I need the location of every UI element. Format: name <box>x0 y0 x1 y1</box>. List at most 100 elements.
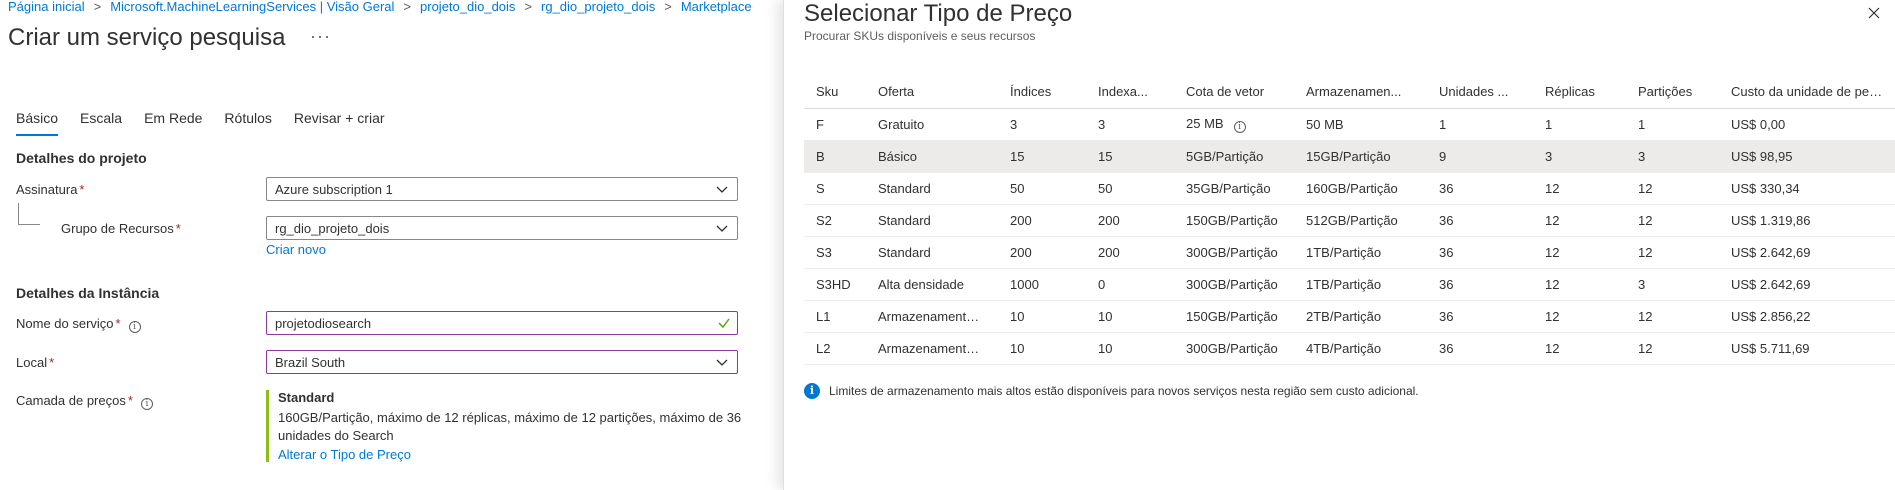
column-header-indexers[interactable]: Indexa... <box>1086 76 1174 109</box>
create-search-service-page: Página inicial > Microsoft.MachineLearning… <box>0 0 785 490</box>
cell-text: Armazenamento ... <box>878 340 988 356</box>
table-cell: Alta densidade <box>866 268 998 301</box>
cell-text: F <box>816 116 824 132</box>
tab-basic[interactable]: Básico <box>16 110 59 136</box>
instance-details-heading: Detalhes da Instância <box>16 285 160 301</box>
subscription-value: Azure subscription 1 <box>275 182 393 197</box>
table-cell: US$ 2.856,22 <box>1719 300 1895 333</box>
column-header-unit-cost[interactable]: Custo da unidade de pesq... <box>1719 76 1895 109</box>
table-cell: 200 <box>1086 236 1174 269</box>
table-cell: Standard <box>866 204 998 237</box>
table-cell: US$ 98,95 <box>1719 140 1895 173</box>
project-details-heading: Detalhes do projeto <box>16 150 147 166</box>
cell-text: 12 <box>1638 340 1653 356</box>
change-pricing-tier-link[interactable]: Alterar o Tipo de Preço <box>278 447 746 462</box>
table-cell: US$ 0,00 <box>1719 108 1895 141</box>
sku-row[interactable]: S2 Standard 200 200 150GB/Partição 512GB/Part… <box>804 204 1895 237</box>
cell-text: 10 <box>1010 340 1025 356</box>
table-cell: US$ 330,34 <box>1719 172 1895 205</box>
column-header-sku[interactable]: Sku <box>804 76 866 109</box>
service-name-value: projetodiosearch <box>275 316 372 331</box>
cell-text: 300GB/Partição <box>1186 244 1278 260</box>
table-cell: 50 <box>1086 172 1174 205</box>
sku-row[interactable]: L2 Armazenamento ... 10 10 300GB/Partição 4TB… <box>804 332 1895 365</box>
location-label-text: Local <box>16 355 48 370</box>
table-cell: Básico <box>866 140 998 173</box>
breadcrumb-separator: > <box>524 0 533 14</box>
table-cell: US$ 2.642,69 <box>1719 268 1895 301</box>
tab-networking[interactable]: Em Rede <box>144 110 202 136</box>
tab-review-create[interactable]: Revisar + criar <box>294 110 385 136</box>
sku-row[interactable]: L1 Armazenamento ... 10 10 150GB/Partição 2TB… <box>804 300 1895 333</box>
column-header-partitions[interactable]: Partições <box>1626 76 1719 109</box>
cell-text: 3 <box>1010 116 1018 132</box>
sku-row[interactable]: F Gratuito 3 3 25 MB i 50 MB 1 1 1 US$ 0,00 <box>804 108 1895 141</box>
info-icon[interactable]: i <box>1233 120 1246 133</box>
table-cell: 150GB/Partição <box>1174 300 1294 333</box>
cell-text: 12 <box>1545 308 1560 324</box>
table-cell: S <box>804 172 866 205</box>
table-cell: Standard <box>866 236 998 269</box>
table-cell: 36 <box>1427 268 1533 301</box>
breadcrumb-project[interactable]: projeto_dio_dois <box>420 0 515 14</box>
table-cell: Armazenamento ... <box>866 332 998 365</box>
column-header-offer[interactable]: Oferta <box>866 76 998 109</box>
tab-tags[interactable]: Rótulos <box>224 110 271 136</box>
resource-group-dropdown[interactable]: rg_dio_projeto_dois <box>266 216 738 240</box>
column-header-vector-quota[interactable]: Cota de vetor <box>1174 76 1294 109</box>
resource-group-value: rg_dio_projeto_dois <box>275 221 390 236</box>
sku-row[interactable]: S3 Standard 200 200 300GB/Partição 1TB/Partiç… <box>804 236 1895 269</box>
cell-text: 3 <box>1638 148 1646 164</box>
table-cell: 25 MB i <box>1174 108 1294 141</box>
breadcrumb-ml-services[interactable]: Microsoft.MachineLearningServices | Visã… <box>110 0 394 14</box>
resource-group-label-text: Grupo de Recursos <box>61 221 174 236</box>
required-marker: * <box>49 355 55 370</box>
table-cell: 12 <box>1533 204 1626 237</box>
sku-row[interactable]: S Standard 50 50 35GB/Partição 160GB/Partição… <box>804 172 1895 205</box>
sku-row[interactable]: S3HD Alta densidade 1000 0 300GB/Partição 1TB… <box>804 268 1895 301</box>
tab-scale[interactable]: Escala <box>80 110 122 136</box>
cell-text: 10 <box>1098 340 1113 356</box>
table-cell: S3HD <box>804 268 866 301</box>
table-cell: 3 <box>1086 108 1174 141</box>
create-new-link[interactable]: Criar novo <box>266 242 326 257</box>
more-options-button[interactable]: ··· <box>310 26 331 47</box>
column-header-storage[interactable]: Armazenamen... <box>1294 76 1427 109</box>
column-header-search-units[interactable]: Unidades ... <box>1427 76 1533 109</box>
info-icon[interactable]: i <box>128 321 141 333</box>
cell-text: L1 <box>816 308 831 324</box>
cell-text: 15 <box>1010 148 1025 164</box>
breadcrumb-home[interactable]: Página inicial <box>8 0 85 14</box>
info-icon: i <box>804 383 820 399</box>
cell-text: 200 <box>1010 212 1032 228</box>
panel-title: Selecionar Tipo de Preço <box>804 0 1073 27</box>
location-value: Brazil South <box>275 355 346 370</box>
cell-text: S <box>816 180 825 196</box>
table-cell: 160GB/Partição <box>1294 172 1427 205</box>
table-cell: 1TB/Partição <box>1294 236 1427 269</box>
table-cell: S3 <box>804 236 866 269</box>
table-cell: 1 <box>1427 108 1533 141</box>
info-icon[interactable]: i <box>140 398 153 410</box>
sku-row[interactable]: B Básico 15 15 5GB/Partição 15GB/Partição 9 3 3 U… <box>804 140 1895 173</box>
service-name-input[interactable]: projetodiosearch <box>266 311 738 335</box>
cell-text: 4TB/Partição <box>1306 340 1382 356</box>
cell-text: US$ 5.711,69 <box>1731 340 1810 356</box>
cell-text: 36 <box>1439 180 1454 196</box>
cell-text: US$ 0,00 <box>1731 116 1786 132</box>
cell-text: 200 <box>1098 244 1120 260</box>
column-header-replicas[interactable]: Réplicas <box>1533 76 1626 109</box>
close-icon[interactable] <box>1867 6 1881 20</box>
table-cell: 12 <box>1626 332 1719 365</box>
location-dropdown[interactable]: Brazil South <box>266 350 738 374</box>
cell-text: S3 <box>816 244 832 260</box>
cell-text: 3 <box>1638 276 1646 292</box>
table-cell: 200 <box>998 204 1086 237</box>
breadcrumb-marketplace[interactable]: Marketplace <box>681 0 752 14</box>
breadcrumb-resource-group[interactable]: rg_dio_projeto_dois <box>541 0 655 14</box>
chevron-down-icon <box>716 225 728 232</box>
subscription-dropdown[interactable]: Azure subscription 1 <box>266 177 738 201</box>
column-header-indexes[interactable]: Índices <box>998 76 1086 109</box>
cell-text: 512GB/Partição <box>1306 212 1398 228</box>
table-cell: B <box>804 140 866 173</box>
